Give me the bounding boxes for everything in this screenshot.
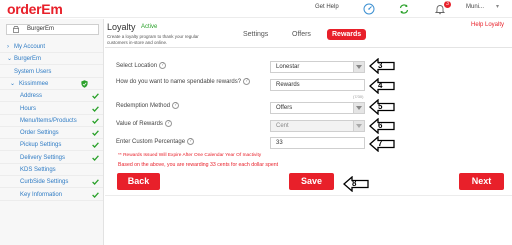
callout-arrow: 3	[369, 57, 395, 75]
spendable-name-input[interactable]: Rewards	[270, 79, 365, 91]
dropdown-toggle[interactable]	[353, 121, 364, 131]
callout-number: 3	[378, 61, 383, 70]
sidebar-item[interactable]: ⌄ BurgerEm	[0, 53, 103, 66]
help-icon[interactable]: ?	[172, 102, 180, 109]
callout-number: 7	[378, 139, 383, 148]
custom-percentage-label: Enter Custom Percentage?	[116, 138, 195, 146]
callout-arrow: 5	[369, 98, 395, 116]
footer-divider	[105, 195, 512, 196]
value-of-rewards-select[interactable]: Cent	[270, 120, 365, 132]
back-button[interactable]: Back	[117, 173, 160, 190]
store-icon	[13, 26, 19, 33]
reward-summary: Based on the above, you are rewarding 33…	[118, 162, 279, 168]
location-select[interactable]: Lonestar	[270, 61, 365, 73]
store-select-value: BurgerEm	[27, 26, 55, 32]
redemption-method-select[interactable]: Offers	[270, 102, 365, 114]
sidebar-item-label: CurbSide Settings	[20, 179, 69, 186]
chevron-icon[interactable]: ⌄	[10, 78, 15, 90]
notification-badge: 3	[444, 1, 451, 8]
sidebar-item[interactable]: Pickup Settings	[0, 139, 103, 152]
chevron-down-icon	[356, 65, 362, 69]
help-loyalty-link[interactable]: Help Loyalty	[471, 22, 504, 28]
callout-number: 5	[378, 102, 383, 111]
sidebar-item-label: Order Settings	[20, 130, 59, 137]
char-counter: (7/30)	[353, 94, 364, 99]
checkmark-icon	[92, 118, 99, 124]
sidebar-item-label: Menu/Items/Products	[20, 117, 77, 124]
callout-arrow: 7	[369, 135, 395, 153]
page-description: Create a loyalty program to thank your r…	[107, 34, 199, 45]
chevron-icon[interactable]: ⌄	[7, 53, 12, 65]
help-icon[interactable]: ?	[187, 138, 195, 145]
chevron-down-icon	[356, 124, 362, 128]
checkmark-icon	[92, 155, 99, 161]
expiry-warning: ** Rewards Issued Will Expire After One …	[118, 153, 262, 158]
chevron-down-icon	[356, 106, 362, 110]
dropdown-toggle[interactable]	[353, 103, 364, 113]
sidebar-item[interactable]: Hours	[0, 103, 103, 115]
callout-arrow: 8	[343, 175, 369, 193]
value-of-rewards-label: Value of Rewards?	[116, 120, 172, 128]
select-location-label: Select Location?	[116, 62, 167, 70]
sidebar-item-label: System Users	[14, 68, 52, 75]
top-bar: orderEm Get Help 3 Muni... ▾	[0, 0, 512, 18]
dropdown-toggle[interactable]	[353, 62, 364, 72]
callout-arrow: 4	[369, 77, 395, 95]
checkmark-icon	[92, 179, 99, 186]
tab-settings[interactable]: Settings	[243, 30, 268, 40]
next-button[interactable]: Next	[459, 173, 504, 190]
sidebar-item-label: BurgerEm	[14, 56, 42, 63]
sidebar-item-label: Key Information	[20, 191, 63, 198]
app-logo[interactable]: orderEm	[7, 0, 63, 18]
callout-number: 4	[378, 81, 383, 90]
status-badge: Active	[141, 24, 158, 30]
sidebar-item-label: KDS Settings	[20, 167, 56, 173]
checkmark-icon	[92, 191, 99, 198]
custom-percentage-input[interactable]: 33	[270, 137, 365, 149]
sidebar-item-label: Hours	[20, 105, 37, 112]
page-title: Loyalty	[107, 22, 136, 32]
tab-offers[interactable]: Offers	[292, 30, 311, 40]
sidebar: BurgerEm › My Account ⌄ BurgerEm System User…	[0, 19, 104, 245]
sidebar-item[interactable]: Address	[0, 90, 103, 103]
sidebar-item-label: Pickup Settings	[20, 142, 62, 149]
sidebar-item[interactable]: Menu/Items/Products	[0, 115, 103, 127]
sidebar-item[interactable]: Key Information	[0, 189, 103, 201]
help-icon[interactable]: ?	[243, 78, 251, 85]
tab-rewards[interactable]: Rewards	[327, 29, 367, 40]
sidebar-item[interactable]: › My Account	[0, 41, 103, 53]
sidebar-item-label: Address	[20, 93, 43, 100]
store-select[interactable]: BurgerEm	[6, 24, 99, 35]
speedometer-icon[interactable]	[363, 3, 375, 15]
callout-number: 6	[378, 121, 383, 130]
user-name[interactable]: Muni...	[466, 4, 484, 10]
sidebar-item-label: Delivery Settings	[20, 154, 66, 161]
sidebar-item[interactable]: System Users	[0, 66, 103, 78]
sidebar-item[interactable]: CurbSide Settings	[0, 176, 103, 189]
checkmark-icon	[92, 142, 99, 149]
sidebar-item[interactable]: Order Settings	[0, 127, 103, 140]
callout-number: 8	[352, 179, 357, 188]
sidebar-item-label: Kissimmee	[19, 80, 49, 87]
redemption-method-label: Redemption Method?	[116, 102, 180, 110]
header-divider	[105, 47, 512, 48]
help-icon[interactable]: ?	[164, 120, 172, 127]
checkmark-icon	[92, 130, 99, 137]
chevron-icon[interactable]: ›	[7, 41, 9, 53]
checkmark-icon	[92, 93, 99, 100]
sidebar-item[interactable]: KDS Settings	[0, 164, 103, 176]
get-help-link[interactable]: Get Help	[315, 4, 339, 10]
sidebar-item[interactable]: ⌄ Kissimmee	[0, 78, 103, 90]
shield-icon	[81, 80, 88, 88]
callout-arrow: 6	[369, 117, 395, 135]
spendable-name-label: How do you want to name spendable reward…	[116, 78, 251, 86]
sidebar-item[interactable]: Delivery Settings	[0, 152, 103, 164]
chevron-down-icon[interactable]: ▾	[496, 3, 499, 10]
checkmark-icon	[92, 105, 99, 112]
help-icon[interactable]: ?	[159, 62, 167, 69]
sidebar-item-label: My Account	[14, 44, 46, 50]
save-button[interactable]: Save	[289, 173, 334, 190]
refresh-icon[interactable]	[398, 3, 410, 15]
